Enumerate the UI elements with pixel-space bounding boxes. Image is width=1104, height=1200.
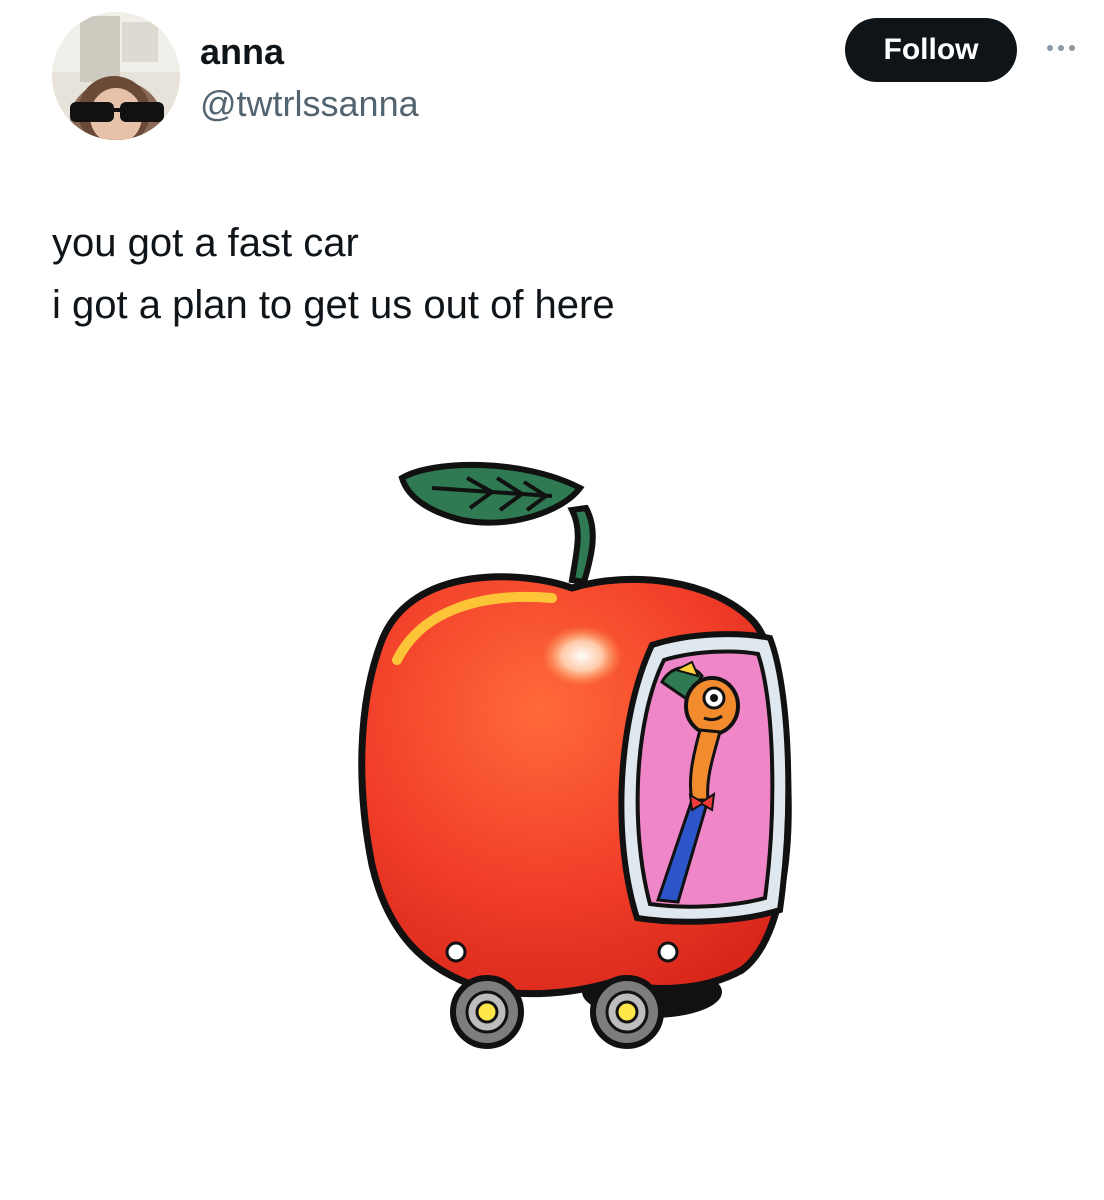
tweet-text: you got a fast car i got a plan to get u… [52,212,1052,336]
apple-stem [567,504,596,586]
avatar-image [52,12,180,140]
car-wheel-right [590,975,664,1049]
author-display-name[interactable]: anna [200,30,284,74]
apple-car-illustration [358,461,792,1049]
apple-shine [542,626,622,686]
more-dot [1069,45,1075,51]
car-wheel-left [450,975,524,1049]
tweet-card: anna @twtrlssanna Follow you got a fast … [0,0,1104,1200]
follow-button[interactable]: Follow [845,18,1017,82]
more-dot [1047,45,1053,51]
tweet-text-line: i got a plan to get us out of here [52,283,615,327]
author-handle[interactable]: @twtrlssanna [200,82,419,126]
tweet-text-line: you got a fast car [52,221,359,265]
more-icon[interactable] [1038,30,1084,66]
more-dot [1058,45,1064,51]
car-headlight-right [657,941,679,963]
car-headlight-left [445,941,467,963]
avatar[interactable] [52,12,180,140]
driver-pupil [710,694,718,702]
tweet-media[interactable] [52,370,1062,1160]
